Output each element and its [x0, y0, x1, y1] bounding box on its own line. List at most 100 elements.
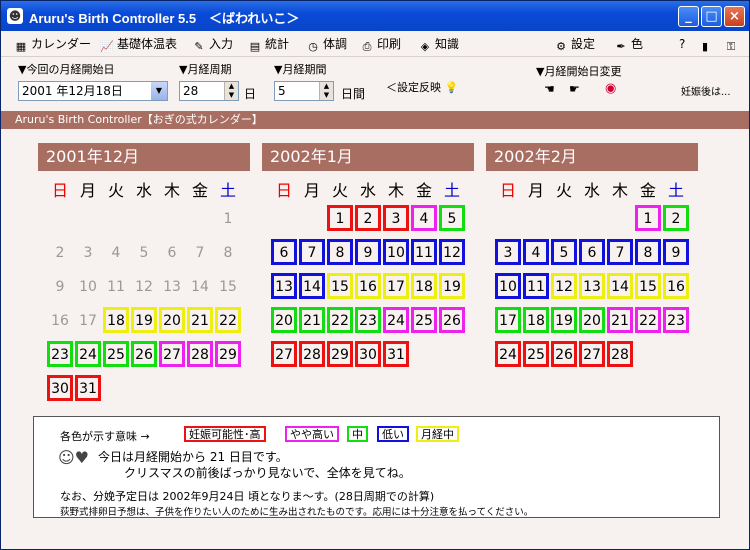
calendar-day[interactable]: 21: [299, 307, 325, 333]
menu-brush[interactable]: ✒ 色: [613, 35, 643, 53]
cycle-stepper[interactable]: 28 ▲ ▼: [179, 81, 239, 101]
calendar-day[interactable]: 19: [131, 307, 157, 333]
calendar-day[interactable]: 16: [47, 307, 73, 333]
calendar-day[interactable]: 25: [411, 307, 437, 333]
period-stepper[interactable]: 5 ▲ ▼: [274, 81, 334, 101]
calendar-day[interactable]: 13: [159, 273, 185, 299]
chevron-down-icon[interactable]: ▼: [151, 82, 167, 100]
calendar-day[interactable]: 20: [159, 307, 185, 333]
calendar-day[interactable]: 7: [607, 239, 633, 265]
calendar-day[interactable]: 10: [383, 239, 409, 265]
calendar-day[interactable]: 24: [75, 341, 101, 367]
calendar-day[interactable]: 1: [635, 205, 661, 231]
calendar-day[interactable]: 24: [495, 341, 521, 367]
calendar-day[interactable]: 5: [131, 239, 157, 265]
calendar-day[interactable]: 16: [355, 273, 381, 299]
maximize-button[interactable]: □: [701, 6, 722, 27]
calendar-day[interactable]: 25: [523, 341, 549, 367]
calendar-day[interactable]: 28: [607, 341, 633, 367]
calendar-day[interactable]: 27: [579, 341, 605, 367]
calendar-day[interactable]: 22: [635, 307, 661, 333]
menu-chart[interactable]: 📈 基礎体温表: [99, 35, 177, 53]
menu-clock[interactable]: ◷ 体調: [305, 35, 347, 53]
target-icon[interactable]: ◉: [605, 81, 616, 96]
calendar-day[interactable]: 26: [551, 341, 577, 367]
calendar-day[interactable]: 11: [411, 239, 437, 265]
calendar-day[interactable]: 28: [187, 341, 213, 367]
calendar-day[interactable]: 12: [131, 273, 157, 299]
menu-printer[interactable]: ⎙ 印刷: [359, 35, 401, 53]
next-hand-icon[interactable]: ☛: [569, 82, 580, 96]
calendar-day[interactable]: 11: [523, 273, 549, 299]
calendar-day[interactable]: 26: [439, 307, 465, 333]
calendar-day[interactable]: 15: [327, 273, 353, 299]
calendar-day[interactable]: 18: [523, 307, 549, 333]
calendar-day[interactable]: 10: [75, 273, 101, 299]
calendar-day[interactable]: 17: [75, 307, 101, 333]
menu-stats[interactable]: ▤ 統計: [247, 35, 289, 53]
calendar-day[interactable]: 7: [187, 239, 213, 265]
calendar-day[interactable]: 19: [551, 307, 577, 333]
spin-arrows-icon[interactable]: ▲ ▼: [224, 82, 238, 100]
spin-arrows-icon[interactable]: ▲ ▼: [319, 82, 333, 100]
calendar-day[interactable]: 23: [47, 341, 73, 367]
calendar-day[interactable]: 22: [215, 307, 241, 333]
calendar-day[interactable]: 2: [47, 239, 73, 265]
menu-input[interactable]: ✎ 入力: [191, 35, 233, 53]
calendar-day[interactable]: 17: [495, 307, 521, 333]
calendar-day[interactable]: 3: [75, 239, 101, 265]
calendar-day[interactable]: 31: [383, 341, 409, 367]
calendar-day[interactable]: 11: [103, 273, 129, 299]
calendar-day[interactable]: 31: [75, 375, 101, 401]
start-date-select[interactable]: 2001 年12月18日 ▼: [18, 81, 168, 101]
calendar-day[interactable]: 2: [663, 205, 689, 231]
calendar-day[interactable]: 13: [579, 273, 605, 299]
calendar-day[interactable]: 30: [47, 375, 73, 401]
calendar-day[interactable]: 20: [579, 307, 605, 333]
menu-book[interactable]: ◈ 知識: [417, 35, 459, 53]
app-icon[interactable]: ☻: [7, 8, 23, 24]
calendar-day[interactable]: 4: [411, 205, 437, 231]
calendar-day[interactable]: 26: [131, 341, 157, 367]
calendar-day[interactable]: 18: [411, 273, 437, 299]
calendar-day[interactable]: 23: [663, 307, 689, 333]
calendar-day[interactable]: 19: [439, 273, 465, 299]
calendar-day[interactable]: 6: [579, 239, 605, 265]
minimize-button[interactable]: _: [678, 6, 699, 27]
menu-key[interactable]: ⚿: [723, 35, 741, 53]
calendar-day[interactable]: 9: [355, 239, 381, 265]
calendar-day[interactable]: 20: [271, 307, 297, 333]
calendar-day[interactable]: 6: [271, 239, 297, 265]
calendar-day[interactable]: 16: [663, 273, 689, 299]
calendar-day[interactable]: 24: [383, 307, 409, 333]
calendar-day[interactable]: 3: [495, 239, 521, 265]
calendar-day[interactable]: 29: [327, 341, 353, 367]
calendar-day[interactable]: 8: [215, 239, 241, 265]
calendar-day[interactable]: 29: [215, 341, 241, 367]
calendar-day[interactable]: 5: [439, 205, 465, 231]
calendar-day[interactable]: 28: [299, 341, 325, 367]
calendar-day[interactable]: 21: [607, 307, 633, 333]
calendar-day[interactable]: 14: [187, 273, 213, 299]
calendar-day[interactable]: 27: [271, 341, 297, 367]
calendar-day[interactable]: 7: [299, 239, 325, 265]
close-button[interactable]: ×: [724, 6, 745, 27]
calendar-day[interactable]: 9: [663, 239, 689, 265]
calendar-day[interactable]: 22: [327, 307, 353, 333]
calendar-day[interactable]: 15: [635, 273, 661, 299]
calendar-day[interactable]: 5: [551, 239, 577, 265]
calendar-day[interactable]: 27: [159, 341, 185, 367]
calendar-day[interactable]: 1: [215, 205, 241, 231]
prev-hand-icon[interactable]: ☚: [544, 82, 555, 96]
apply-settings-button[interactable]: ＜設定反映 💡: [386, 79, 458, 95]
menu-calendar[interactable]: ▦ カレンダー: [13, 35, 91, 53]
calendar-day[interactable]: 25: [103, 341, 129, 367]
calendar-day[interactable]: 15: [215, 273, 241, 299]
calendar-day[interactable]: 9: [47, 273, 73, 299]
calendar-day[interactable]: 23: [355, 307, 381, 333]
calendar-day[interactable]: 8: [327, 239, 353, 265]
calendar-day[interactable]: 4: [103, 239, 129, 265]
calendar-day[interactable]: 6: [159, 239, 185, 265]
calendar-day[interactable]: 21: [187, 307, 213, 333]
calendar-day[interactable]: 14: [299, 273, 325, 299]
